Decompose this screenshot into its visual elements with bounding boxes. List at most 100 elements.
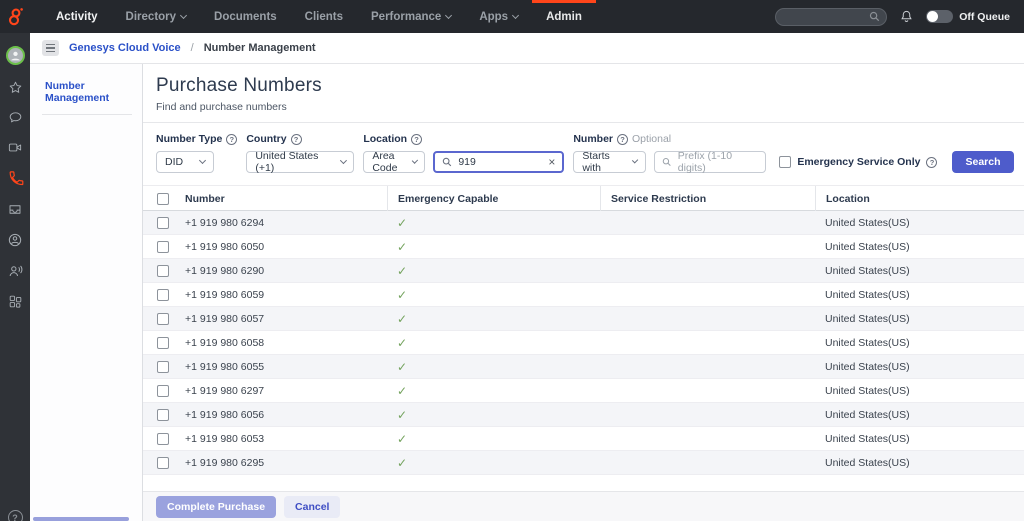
search-button[interactable]: Search [952,151,1013,173]
emergency-only-group: Emergency Service Only ? [779,151,937,173]
breadcrumb-parent-link[interactable]: Genesys Cloud Voice [69,42,181,54]
horizontal-scrollbar[interactable] [33,517,129,521]
presence-avatar[interactable] [6,46,25,65]
help-tooltip-icon[interactable]: ? [617,134,628,145]
nav-item-clients[interactable]: Clients [291,0,357,33]
table-row[interactable]: +1 919 980 6290 ✓ United States(US) [143,259,1024,283]
search-icon [442,157,452,167]
cell-number: +1 919 980 6290 [185,265,397,277]
filter-number: Number ? Optional Starts with Prefix [573,133,766,173]
chevron-down-icon [199,157,206,164]
table-row[interactable]: +1 919 980 6294 ✓ United States(US) [143,211,1024,235]
row-checkbox[interactable] [157,433,169,445]
table-row[interactable]: +1 919 980 6055 ✓ United States(US) [143,355,1024,379]
table-row[interactable]: +1 919 980 6295 ✓ United States(US) [143,451,1024,475]
table-row[interactable]: +1 919 980 6059 ✓ United States(US) [143,283,1024,307]
country-select[interactable]: United States (+1) [246,151,354,173]
help-tooltip-icon[interactable]: ? [411,134,422,145]
table-row[interactable]: +1 919 980 6053 ✓ United States(US) [143,427,1024,451]
row-checkbox[interactable] [157,457,169,469]
inbox-icon[interactable] [7,202,23,217]
location-label: Location [363,133,407,145]
chevron-down-icon [445,11,452,18]
cell-location: United States(US) [825,313,1024,325]
row-checkbox[interactable] [157,385,169,397]
cancel-button[interactable]: Cancel [284,496,340,518]
nav-label-apps: Apps [479,11,508,23]
row-checkbox[interactable] [157,313,169,325]
star-icon[interactable] [8,80,23,95]
chevron-down-icon [632,157,639,164]
prefix-input[interactable]: Prefix (1-10 digits) [654,151,766,173]
filter-toolbar: Number Type ? DID Country ? United State… [143,123,1024,185]
nav-item-admin[interactable]: Admin [532,0,596,33]
col-header-service-restriction[interactable]: Service Restriction [600,186,825,211]
prefix-placeholder: Prefix (1-10 digits) [678,150,759,174]
search-icon [869,11,880,22]
checkmark-icon: ✓ [397,264,610,278]
sidebar-divider [42,114,132,115]
video-icon[interactable] [7,140,23,155]
nav-item-directory[interactable]: Directory [112,0,201,33]
cell-number: +1 919 980 6295 [185,457,397,469]
checkmark-icon: ✓ [397,216,610,230]
location-type-select[interactable]: Area Code [363,151,425,173]
col-header-number[interactable]: Number [185,186,397,211]
cell-number: +1 919 980 6297 [185,385,397,397]
off-queue-toggle[interactable] [926,10,953,23]
area-code-value: 919 [458,156,476,168]
main-content: Purchase Numbers Find and purchase numbe… [143,64,1024,521]
help-tooltip-icon[interactable]: ? [926,157,937,168]
col-header-emergency-capable[interactable]: Emergency Capable [387,186,610,211]
area-code-search-input[interactable]: 919 × [433,151,564,173]
numbers-table: Number Emergency Capable Service Restric… [143,185,1024,475]
row-checkbox[interactable] [157,241,169,253]
nav-item-documents[interactable]: Documents [200,0,291,33]
close-icon[interactable]: × [548,155,555,169]
table-row[interactable]: +1 919 980 6050 ✓ United States(US) [143,235,1024,259]
cell-number: +1 919 980 6057 [185,313,397,325]
filter-country: Country ? United States (+1) [246,133,354,173]
toggle-knob [927,11,938,22]
breadcrumb-current: Number Management [204,42,316,54]
table-row[interactable]: +1 919 980 6057 ✓ United States(US) [143,307,1024,331]
nav-item-performance[interactable]: Performance [357,0,465,33]
select-all-checkbox[interactable] [157,193,169,205]
agent-voice-icon[interactable] [7,263,24,279]
hamburger-icon[interactable] [42,40,59,56]
row-checkbox[interactable] [157,409,169,421]
row-checkbox[interactable] [157,265,169,277]
profile-icon[interactable] [7,232,23,248]
row-checkbox[interactable] [157,361,169,373]
bell-icon[interactable] [899,9,914,25]
row-checkbox[interactable] [157,337,169,349]
table-row[interactable]: +1 919 980 6056 ✓ United States(US) [143,403,1024,427]
number-match-value: Starts with [582,150,625,174]
checkmark-icon: ✓ [397,360,610,374]
emergency-only-checkbox[interactable] [779,156,791,168]
col-header-location[interactable]: Location [815,186,1024,211]
table-row[interactable]: +1 919 980 6058 ✓ United States(US) [143,331,1024,355]
number-type-select[interactable]: DID [156,151,214,173]
genesys-logo[interactable] [0,0,30,33]
help-icon[interactable]: ? [8,510,23,521]
help-tooltip-icon[interactable]: ? [226,134,237,145]
help-tooltip-icon[interactable]: ? [291,134,302,145]
nav-item-activity[interactable]: Activity [42,0,112,33]
apps-grid-icon[interactable] [8,294,23,309]
number-match-select[interactable]: Starts with [573,151,646,173]
cell-location: United States(US) [825,409,1024,421]
breadcrumb: Genesys Cloud Voice / Number Management [30,33,1024,64]
complete-purchase-button[interactable]: Complete Purchase [156,496,276,518]
table-header-row: Number Emergency Capable Service Restric… [143,186,1024,211]
sidebar-item-number-management[interactable]: Number Management [30,64,142,114]
cell-location: United States(US) [825,433,1024,445]
chat-icon[interactable] [8,110,23,125]
row-checkbox[interactable] [157,289,169,301]
global-search-input[interactable] [775,8,887,26]
checkmark-icon: ✓ [397,312,610,326]
table-row[interactable]: +1 919 980 6297 ✓ United States(US) [143,379,1024,403]
nav-item-apps[interactable]: Apps [465,0,532,33]
row-checkbox[interactable] [157,217,169,229]
phone-icon[interactable] [7,170,24,187]
